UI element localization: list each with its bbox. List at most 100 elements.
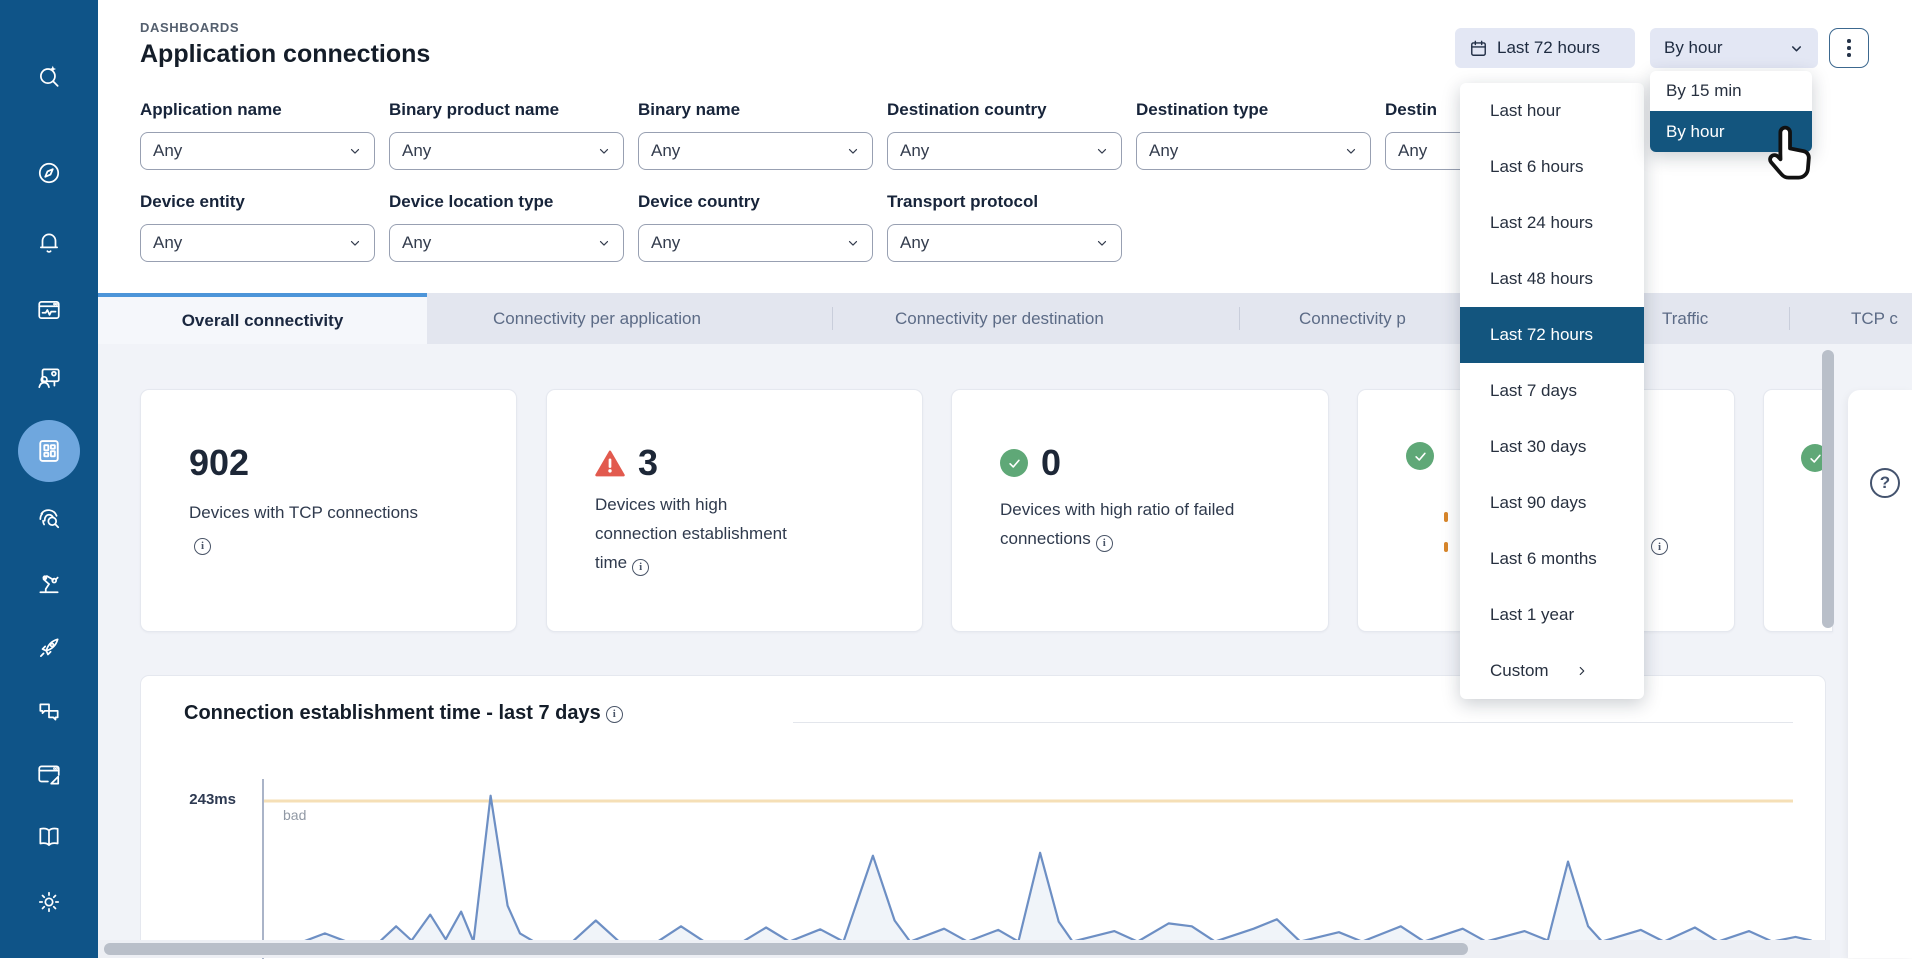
sidebar-item-documentation[interactable] (25, 813, 73, 861)
chevron-down-icon (1095, 236, 1109, 250)
info-icon[interactable]: i (632, 559, 649, 576)
kebab-dot (1847, 53, 1851, 57)
stat-label: Devices with TCP connectionsi (189, 498, 439, 556)
info-icon[interactable]: i (1651, 538, 1668, 555)
menu-item-last-90-days[interactable]: Last 90 days (1460, 475, 1644, 531)
warning-icon (595, 450, 625, 477)
horizontal-scrollbar-track[interactable] (98, 940, 1830, 958)
success-icon (1000, 449, 1028, 477)
calendar-icon (1469, 39, 1488, 58)
stat-label: Devices with high connection establishme… (595, 490, 810, 577)
select-value: Any (651, 233, 680, 253)
menu-item-last-24-hours[interactable]: Last 24 hours (1460, 195, 1644, 251)
menu-item-last-48-hours[interactable]: Last 48 hours (1460, 251, 1644, 307)
granularity-value: By hour (1664, 38, 1723, 58)
sidebar-item-settings[interactable] (25, 878, 73, 926)
time-range-menu: Last hour Last 6 hours Last 24 hours Las… (1460, 83, 1644, 699)
filter-label-device-entity: Device entity (140, 192, 245, 212)
select-value: Any (153, 233, 182, 253)
vertical-scrollbar[interactable] (1822, 350, 1834, 628)
sidebar-item-training[interactable] (25, 354, 73, 402)
time-range-button[interactable]: Last 72 hours (1455, 28, 1635, 68)
filter-select-device-entity[interactable]: Any (140, 224, 375, 262)
chevron-down-icon (348, 144, 362, 158)
sidebar-item-dashboards[interactable] (18, 420, 80, 482)
menu-item-last-72-hours[interactable]: Last 72 hours (1460, 307, 1644, 363)
sidebar-item-getting-started[interactable] (25, 624, 73, 672)
tab-overall-connectivity[interactable]: Overall connectivity (98, 293, 427, 344)
menu-item-by-15-min[interactable]: By 15 min (1650, 71, 1812, 111)
help-button[interactable]: ? (1870, 468, 1900, 498)
filter-select-binary-name[interactable]: Any (638, 132, 873, 170)
chevron-down-icon (1095, 144, 1109, 158)
menu-item-last-6-hours[interactable]: Last 6 hours (1460, 139, 1644, 195)
menu-item-custom[interactable]: Custom (1460, 643, 1644, 699)
sidebar-item-notifications[interactable] (25, 218, 73, 266)
horizontal-scrollbar-thumb[interactable] (104, 943, 1468, 955)
sidebar-item-ai-search[interactable] (25, 51, 73, 99)
select-value: Any (1398, 141, 1427, 161)
menu-item-last-6-months[interactable]: Last 6 months (1460, 531, 1644, 587)
sidebar-item-feedback[interactable] (25, 688, 73, 736)
sidebar-item-builder[interactable] (25, 751, 73, 799)
menu-item-last-7-days[interactable]: Last 7 days (1460, 363, 1644, 419)
filter-select-destination-country[interactable]: Any (887, 132, 1122, 170)
stat-value: 0 (1041, 442, 1061, 484)
chat-bubbles-icon (36, 699, 62, 725)
kebab-dot (1847, 46, 1851, 50)
select-value: Any (153, 141, 182, 161)
presenter-icon (36, 365, 62, 391)
menu-item-last-hour[interactable]: Last hour (1460, 83, 1644, 139)
filter-label-binary-name: Binary name (638, 100, 740, 120)
stat-card-failed-connections: 0 Devices with high ratio of failed conn… (951, 389, 1329, 632)
breadcrumb: DASHBOARDS (140, 20, 239, 35)
chevron-down-icon (1789, 41, 1804, 56)
sparkle-search-icon (36, 62, 62, 88)
filter-label-binary-product-name: Binary product name (389, 100, 559, 120)
tab-divider (1789, 307, 1790, 330)
success-icon (1406, 442, 1434, 470)
chart-card: Connection establishment time - last 7 d… (140, 675, 1826, 958)
sidebar-item-investigation[interactable] (25, 494, 73, 542)
menu-item-last-30-days[interactable]: Last 30 days (1460, 419, 1644, 475)
tab-tcp-connections[interactable]: TCP c (1851, 293, 1898, 344)
filter-select-device-location-type[interactable]: Any (389, 224, 624, 262)
tab-connectivity-per-process[interactable]: Connectivity p (1299, 293, 1406, 344)
monitor-pulse-icon (36, 297, 62, 323)
robot-arm-icon (36, 570, 62, 596)
menu-item-last-1-year[interactable]: Last 1 year (1460, 587, 1644, 643)
sidebar-item-explore[interactable] (25, 149, 73, 197)
filter-select-destination-type[interactable]: Any (1136, 132, 1371, 170)
chevron-down-icon (1344, 144, 1358, 158)
info-icon[interactable]: i (1096, 535, 1113, 552)
sidebar-item-monitoring[interactable] (25, 286, 73, 334)
sidebar (0, 0, 98, 958)
kebab-dot (1847, 39, 1851, 43)
menu-item-by-hour[interactable]: By hour (1650, 111, 1812, 152)
chart-svg (141, 676, 1827, 959)
stat-value: 3 (638, 442, 658, 484)
filter-select-device-country[interactable]: Any (638, 224, 873, 262)
tab-traffic[interactable]: Traffic (1662, 293, 1708, 344)
select-value: Any (900, 141, 929, 161)
filter-select-transport-protocol[interactable]: Any (887, 224, 1122, 262)
filter-select-binary-product-name[interactable]: Any (389, 132, 624, 170)
sidebar-item-automation[interactable] (25, 559, 73, 607)
filter-label-destination-type: Destination type (1136, 100, 1268, 120)
granularity-select[interactable]: By hour (1650, 28, 1818, 68)
select-value: Any (402, 233, 431, 253)
info-icon[interactable]: i (194, 538, 211, 555)
time-range-label: Last 72 hours (1497, 38, 1600, 58)
filter-label-device-location-type: Device location type (389, 192, 553, 212)
filter-select-application-name[interactable]: Any (140, 132, 375, 170)
chevron-right-icon (1575, 664, 1589, 678)
tab-connectivity-per-destination[interactable]: Connectivity per destination (895, 293, 1104, 344)
bell-icon (36, 229, 62, 255)
chevron-down-icon (348, 236, 362, 250)
tab-connectivity-per-application[interactable]: Connectivity per application (493, 293, 701, 344)
more-actions-button[interactable] (1829, 28, 1869, 68)
filter-label-destination-country: Destination country (887, 100, 1047, 120)
filter-label-application-name: Application name (140, 100, 282, 120)
compass-icon (36, 160, 62, 186)
tab-divider (1239, 307, 1240, 330)
